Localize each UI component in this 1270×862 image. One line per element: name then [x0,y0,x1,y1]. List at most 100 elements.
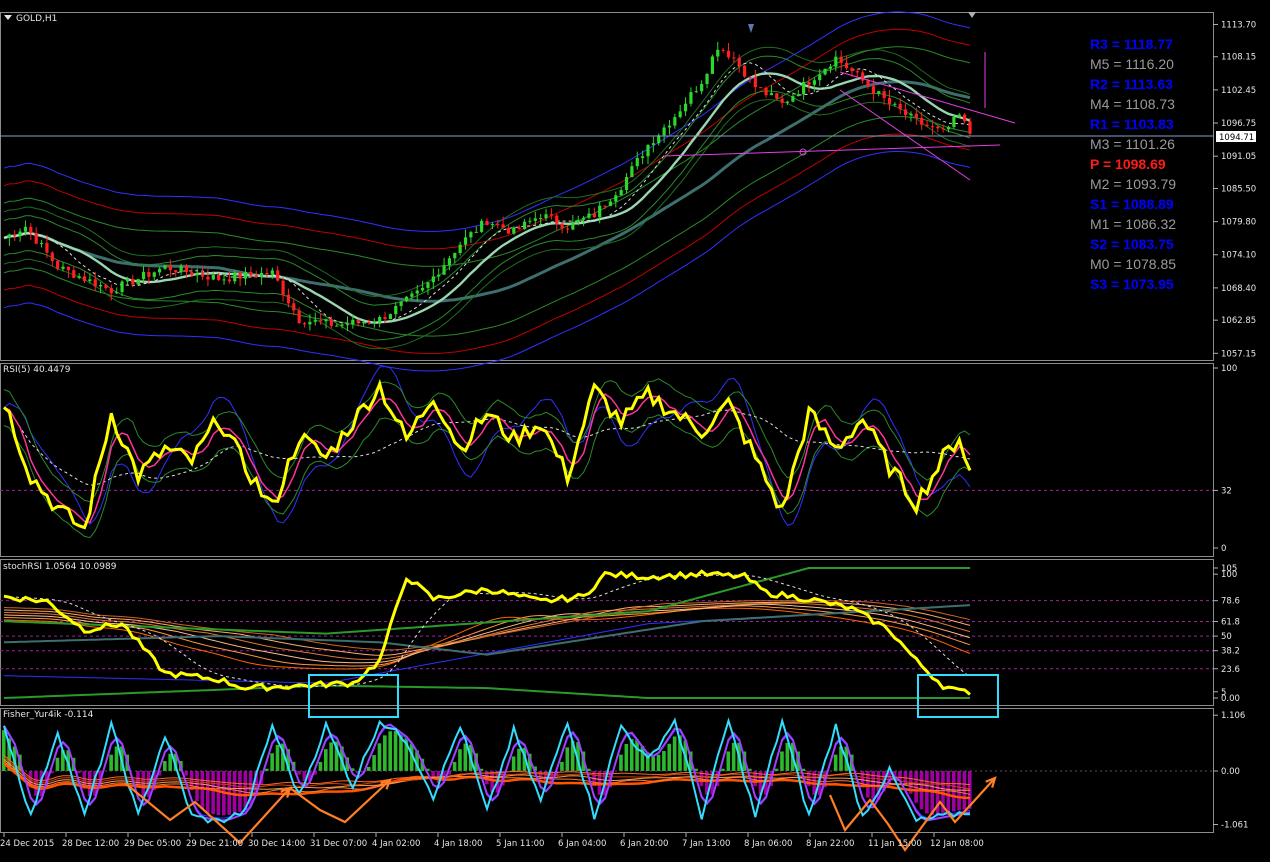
time-axis-label: 6 Jan 20:00 [620,839,668,849]
rsi-band-line [3,378,971,503]
candle-body [802,81,806,95]
fisher-histogram-bar [930,771,935,816]
trading-chart[interactable]: 1113.70 1108.15 1102.45 1096.75 1091.05 1085.… [0,0,1270,862]
candle-body [946,126,951,130]
candle-body [82,276,87,282]
candle-body [136,279,140,285]
candle-body [190,272,194,276]
time-axis-label: 5 Jan 11:00 [496,839,544,849]
candle-body [431,276,435,283]
candle-body [474,231,478,233]
candle-body [39,243,44,245]
pivot-level-label: M2 = 1093.79 [1090,176,1177,192]
candle-body [174,270,178,273]
candle-body [415,290,419,294]
time-axis-label: 12 Jan 08:00 [930,839,984,849]
fisher-histogram-bar [200,771,205,809]
candle-body [791,96,795,102]
candle-body [292,303,296,311]
candle-body [936,126,940,129]
candle-body [941,128,945,130]
stoch-ribbon-line [3,604,971,684]
candle-body [131,278,135,285]
pivot-level-label: M5 = 1116.20 [1090,56,1174,72]
candle-body [651,143,655,145]
fisher-histogram-bar [55,757,60,771]
candle-body [45,243,49,253]
fisher-histogram-bar [388,731,392,771]
candle-body [603,205,607,207]
time-axis-label: 29 Dec 05:00 [124,839,181,849]
candle-body [732,57,736,59]
candle-body [233,272,237,282]
candle-body [437,274,441,277]
candle-body [13,234,17,236]
pivot-level-label: S1 = 1088.89 [1090,196,1174,212]
candle-body [598,205,602,218]
fisher-histogram-bar [205,771,210,814]
fisher-histogram-bar [731,742,736,771]
candle-body [496,224,500,226]
price-axis-tick-label: 1057.15 [1221,349,1256,359]
candle-body [630,166,634,178]
candle-body [469,232,473,238]
stoch-axis-tick-label: 78.6 [1221,597,1240,607]
candle-body [335,325,339,327]
candle-body [710,56,714,74]
candle-body [716,49,720,57]
candle-body [555,215,559,224]
envelope-band-line [3,11,971,232]
pivot-levels-panel: R3 = 1118.77 M5 = 1116.20 R2 = 1113.63 M4 =… [1090,34,1220,294]
candle-body [276,270,280,281]
time-axis-label: 30 Dec 14:00 [248,839,305,849]
fisher-axis-tick-label: 1.106 [1221,711,1245,721]
candle-body [147,272,151,277]
fisher-histogram-bar [635,739,639,771]
fisher-histogram-bar [463,743,468,771]
candle-body [302,323,307,325]
candle-body [313,320,317,322]
candle-body [855,71,859,73]
pivot-level-label: R1 = 1103.83 [1090,116,1174,132]
rsi-axis-tick-label: 32 [1221,486,1232,496]
price-axis-tick-label: 1079.80 [1221,218,1256,228]
fisher-histogram-bar [726,751,731,771]
fisher-histogram-bar [511,756,516,771]
fisher-histogram-bar [833,754,838,771]
candle-body [560,223,564,229]
stoch-base-line [3,684,970,699]
candle-body [453,252,457,259]
candle-body [582,217,586,220]
fisher-histogram-bar [898,771,902,780]
fisher-histogram-bar [667,743,672,771]
candle-body [367,322,371,324]
price-axis-tick-label: 1096.75 [1221,119,1256,129]
candle-body [614,195,618,202]
fisher-histogram-bar [318,761,323,771]
candle-body [957,114,961,118]
fisher-histogram-bar [780,751,784,771]
candle-body [844,62,849,69]
candle-body [254,275,258,277]
fisher-histogram-bar [656,754,661,771]
candle-body [34,232,38,244]
candle-body [807,81,811,85]
candle-body [909,113,913,115]
candle-body [641,156,645,158]
fisher-histogram-bar [452,761,457,771]
candle-body [963,114,967,122]
candle-body [812,80,816,85]
candle-body [796,94,800,97]
candle-body [168,265,172,271]
candle-body [200,273,205,277]
chart-shift-marker [968,12,976,18]
candle-body [447,258,452,266]
candle-body [351,319,355,325]
candle-body [887,97,892,105]
dropdown-triangle-icon[interactable] [4,15,12,20]
candle-body [99,285,103,287]
candle-body [249,272,253,276]
candle-body [775,93,779,99]
candle-body [179,265,183,273]
price-axis-tick-label: 1068.40 [1221,284,1256,294]
